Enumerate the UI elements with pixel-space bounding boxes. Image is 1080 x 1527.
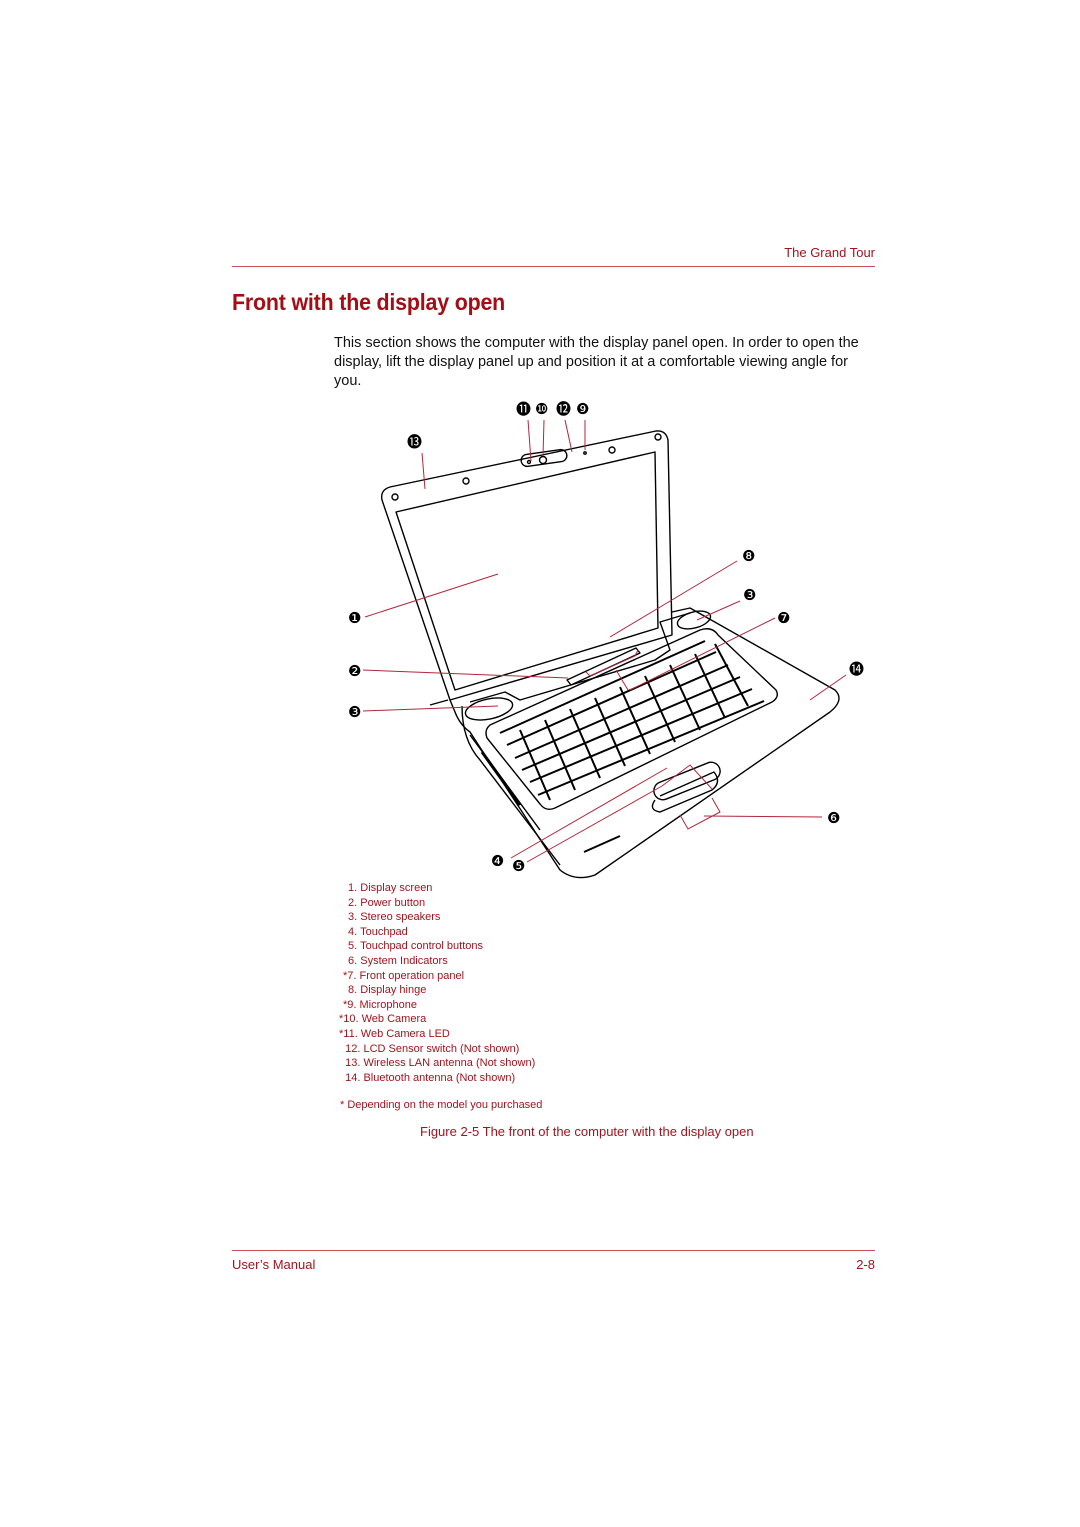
legend-item: *11. Web Camera LED [339, 1027, 450, 1040]
front-operation-panel [566, 647, 641, 686]
callout-9: ❾ [576, 400, 589, 418]
legend-item: 14. Bluetooth antenna (Not shown) [339, 1071, 516, 1084]
callout-10: ❿ [535, 400, 548, 418]
legend-item: 6. System Indicators [345, 954, 448, 967]
legend-item: 8. Display hinge [345, 984, 427, 997]
callout-5: ❺ [512, 857, 525, 875]
callout-11: ⓫ [516, 400, 531, 418]
callout-4: ❹ [491, 852, 504, 870]
callout-3-right: ❸ [743, 586, 756, 604]
left-speaker [464, 697, 514, 721]
callout-12: ⓬ [556, 400, 571, 418]
legend-item: 12. LCD Sensor switch (Not shown) [339, 1042, 520, 1055]
display-screen-area [395, 451, 659, 691]
header-rule [232, 266, 875, 267]
callout-3-left: ❸ [348, 703, 361, 721]
page-number: 2-8 [856, 1257, 875, 1272]
leader-lines [362, 419, 847, 863]
legend-item: 2. Power button [345, 896, 426, 909]
figure-footnote: * Depending on the model you purchased [340, 1099, 543, 1111]
figure-caption: Figure 2-5 The front of the computer wit… [420, 1124, 754, 1139]
section-title: Front with the display open [232, 289, 506, 315]
callout-13: ⓭ [407, 433, 422, 451]
legend-item: 13. Wireless LAN antenna (Not shown) [339, 1057, 536, 1070]
figure-legend: 1. Display screen 2. Power button 3. Ste… [335, 881, 535, 1085]
laptop-diagram: ❶ ❷ ❸ ❸ ❹ ❺ ❻ ❼ ❽ ❾ ❿ ⓫ ⓬ ⓭ ⓮ [348, 400, 864, 879]
callout-2: ❷ [348, 662, 361, 680]
system-indicator-slot [583, 835, 621, 853]
legend-item: *7. Front operation panel [343, 969, 465, 982]
web-camera [538, 455, 548, 465]
callout-14: ⓮ [849, 660, 864, 678]
legend-item: 4. Touchpad [345, 925, 408, 938]
footer-manual-title: User’s Manual [232, 1257, 316, 1272]
legend-item: 1. Display screen [345, 882, 433, 894]
callout-8: ❽ [742, 547, 755, 565]
intro-paragraph: This section shows the computer with the… [334, 335, 859, 389]
footer-rule [232, 1250, 875, 1251]
running-header: The Grand Tour [784, 245, 875, 260]
touchpad-button-ring [653, 761, 721, 801]
legend-item: *10. Web Camera [339, 1013, 427, 1026]
callout-6: ❻ [827, 809, 840, 827]
callout-1: ❶ [348, 609, 361, 627]
legend-item: 3. Stereo speakers [345, 911, 441, 924]
display-lid [380, 430, 673, 701]
legend-item: 5. Touchpad control buttons [345, 940, 484, 953]
microphone [583, 451, 587, 455]
camera-led [526, 459, 532, 465]
callout-7: ❼ [777, 609, 790, 627]
legend-item: *9. Microphone [343, 998, 417, 1011]
